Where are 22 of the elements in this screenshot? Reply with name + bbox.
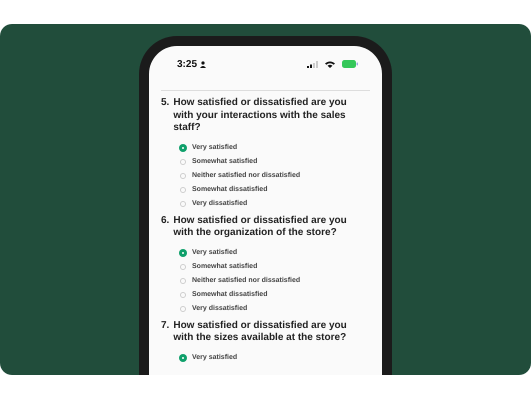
question-text: How satisfied or dissatisfied are you with the sizes available at the store? <box>173 320 348 344</box>
person-icon <box>200 60 206 68</box>
radio-button[interactable] <box>180 144 186 150</box>
radio-button[interactable] <box>180 158 186 164</box>
radio-button[interactable] <box>180 186 186 192</box>
signal-icon <box>307 60 318 68</box>
question-number: 7. <box>161 320 170 332</box>
radio-button[interactable] <box>180 354 186 360</box>
status-time: 3:25 <box>177 58 198 70</box>
question-number: 5. <box>161 97 170 110</box>
wifi-icon <box>325 60 335 68</box>
battery-icon <box>342 60 358 68</box>
radio-button[interactable] <box>180 306 186 312</box>
question-text: How satisfied or dissatisfied are you with the organization of the store? <box>173 214 348 240</box>
radio-button[interactable] <box>180 278 186 284</box>
radio-button[interactable] <box>180 200 186 206</box>
radio-button[interactable] <box>180 172 186 178</box>
radio-button[interactable] <box>180 250 186 256</box>
question-number: 6. <box>161 214 170 228</box>
radio-button[interactable] <box>180 292 186 298</box>
question-text: How satisfied or dissatisfied are you with your interactions with the sales staff? <box>173 97 348 134</box>
radio-button[interactable] <box>180 264 186 270</box>
